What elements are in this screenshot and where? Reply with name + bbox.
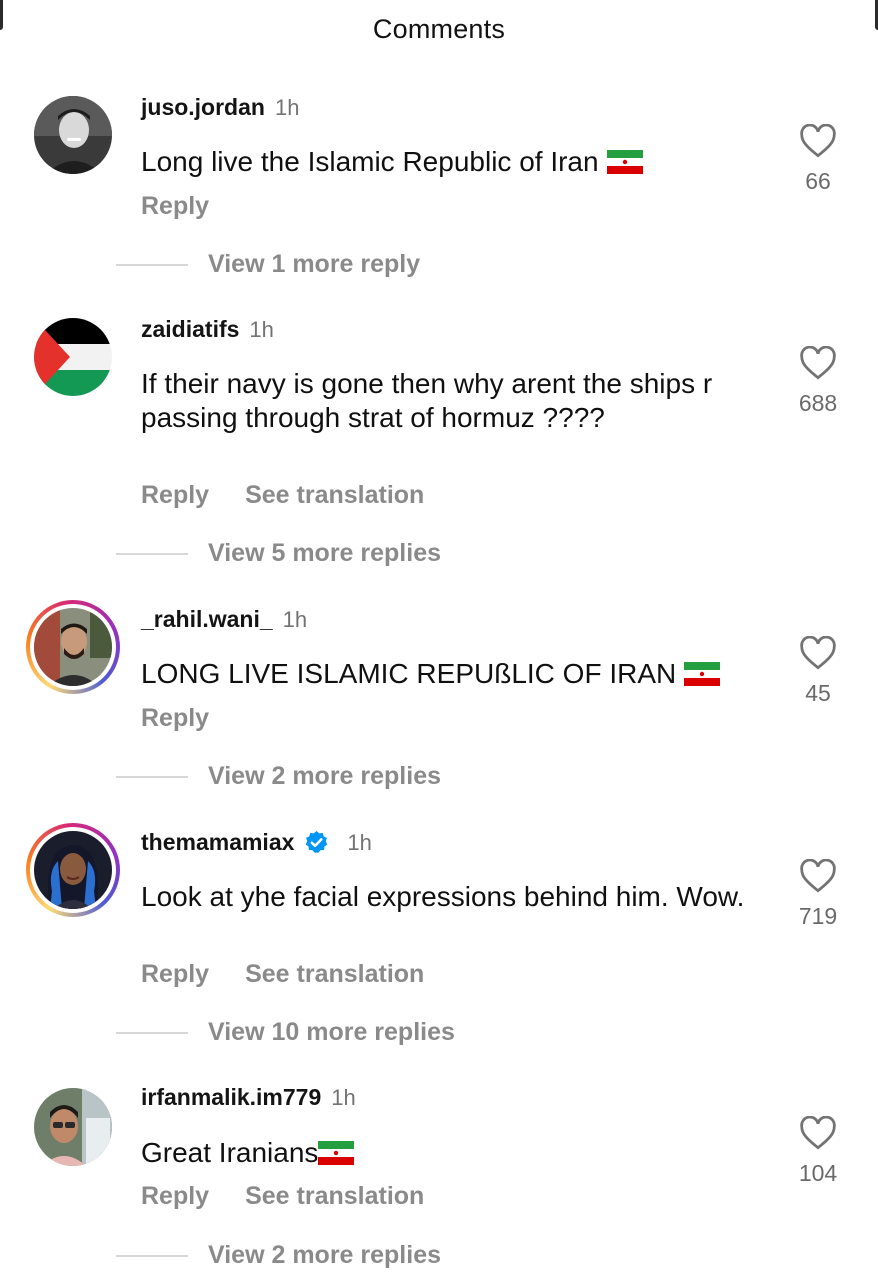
comment-body: LONG LIVE ISLAMIC REPUßLIC OF IRAN [141, 658, 677, 689]
comment-text: Great Iranians [141, 1136, 741, 1170]
divider-line [116, 1254, 188, 1257]
divider-line [116, 1031, 188, 1034]
divider-line [116, 552, 188, 555]
comment-time: 1h [274, 95, 300, 120]
like-control: 719 [790, 859, 846, 930]
comment-time: 1h [331, 1085, 356, 1110]
comment-text: If their navy is gone then why arent the… [141, 367, 731, 435]
view-replies-label: View 1 more reply [208, 250, 421, 278]
like-count: 688 [798, 390, 838, 416]
woman-portrait-icon [34, 831, 112, 909]
view-replies-button[interactable]: View 1 more reply [116, 250, 420, 279]
reply-button[interactable]: Reply [141, 1182, 209, 1211]
reply-button[interactable]: Reply [141, 704, 209, 733]
avatar [30, 604, 116, 690]
heart-icon[interactable] [799, 124, 837, 158]
heart-icon[interactable] [799, 636, 837, 670]
view-replies-label: View 2 more replies [208, 762, 441, 790]
comment-time: 1h [347, 830, 372, 855]
comment-body: If their navy is gone then why arent the… [141, 368, 713, 433]
comment-body: Long live the Islamic Republic of Iran [141, 146, 599, 177]
view-replies-button[interactable]: View 10 more replies [116, 1018, 455, 1047]
iran-flag-icon [318, 1141, 355, 1165]
comment-text: Look at yhe facial expressions behind hi… [141, 880, 751, 914]
avatar [30, 827, 116, 913]
avatar[interactable] [34, 96, 112, 174]
view-replies-label: View 10 more replies [208, 1018, 455, 1046]
like-control: 688 [790, 346, 846, 417]
view-replies-button[interactable]: View 2 more replies [116, 1241, 441, 1270]
page-title: Comments [372, 13, 506, 44]
comment-username[interactable]: themamamiax [141, 829, 294, 856]
like-control: 66 [790, 124, 846, 195]
comment-time: 1h [249, 317, 274, 342]
reply-button[interactable]: Reply [141, 192, 209, 221]
comment-body: Look at yhe facial expressions behind hi… [141, 881, 745, 912]
like-count: 66 [805, 168, 831, 194]
comment-username[interactable]: _rahil.wani_ [141, 606, 273, 633]
view-replies-button[interactable]: View 2 more replies [116, 762, 441, 791]
man-portrait-icon [34, 608, 112, 686]
iran-flag-icon [606, 150, 643, 174]
heart-icon[interactable] [799, 859, 837, 893]
avatar[interactable] [34, 1088, 112, 1166]
like-count: 45 [805, 680, 831, 706]
iran-flag-icon [684, 662, 721, 686]
comment-username[interactable]: irfanmalik.im779 [141, 1084, 321, 1111]
view-replies-label: View 2 more replies [208, 1241, 441, 1269]
comments-sheet: Comments juso.jordan 1h Long live the Is… [0, 0, 878, 1280]
see-translation-button[interactable]: See translation [245, 960, 424, 989]
reply-button[interactable]: Reply [141, 960, 209, 989]
comment-time: 1h [282, 607, 308, 632]
man-portrait-icon [34, 1088, 112, 1166]
view-replies-button[interactable]: View 5 more replies [116, 539, 441, 568]
see-translation-button[interactable]: See translation [245, 1182, 424, 1211]
man-portrait-icon [34, 96, 112, 174]
like-control: 45 [790, 636, 846, 707]
comment-body: Great Iranians [141, 1137, 319, 1168]
heart-icon[interactable] [799, 1116, 837, 1150]
comment-text: Long live the Islamic Republic of Iran [141, 145, 741, 179]
verified-badge-icon [306, 831, 328, 853]
avatar-story-ring[interactable] [26, 600, 120, 694]
like-control: 104 [790, 1116, 846, 1187]
divider-line [116, 775, 188, 778]
avatar-story-ring[interactable] [26, 823, 120, 917]
heart-icon[interactable] [799, 346, 837, 380]
like-count: 719 [798, 903, 838, 929]
sheet-header: Comments [0, 0, 878, 58]
avatar[interactable] [34, 318, 112, 396]
reply-button[interactable]: Reply [141, 481, 209, 510]
see-translation-button[interactable]: See translation [245, 481, 424, 510]
comment-username[interactable]: zaidiatifs [141, 316, 239, 343]
palestine-flag-icon [34, 318, 112, 396]
comment-text: LONG LIVE ISLAMIC REPUßLIC OF IRAN [141, 657, 781, 691]
view-replies-label: View 5 more replies [208, 539, 441, 567]
divider-line [116, 263, 188, 266]
like-count: 104 [798, 1160, 838, 1186]
comment-username[interactable]: juso.jordan [141, 94, 265, 121]
